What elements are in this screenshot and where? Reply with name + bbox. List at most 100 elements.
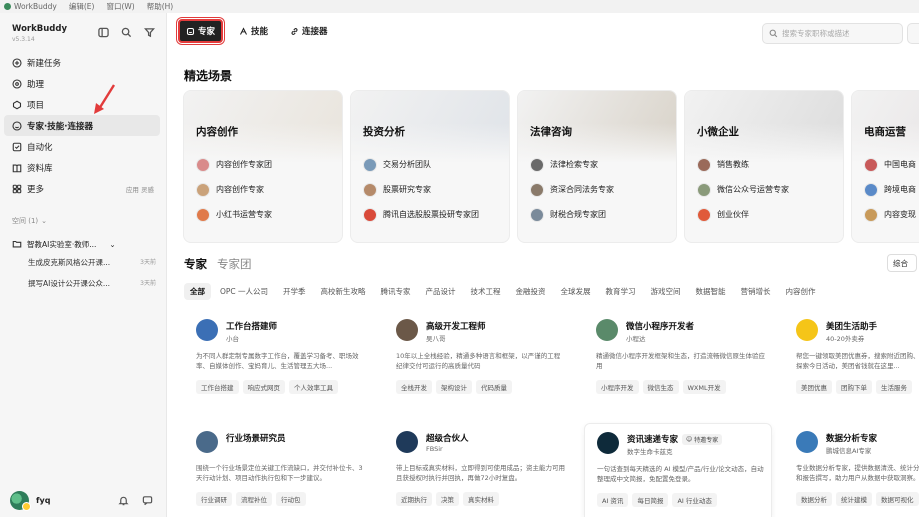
- scene-expert-item[interactable]: 内容创作专家: [196, 177, 272, 202]
- sort-select[interactable]: 综合: [887, 254, 917, 272]
- scene-expert-item[interactable]: 内容创作专家团: [196, 152, 272, 177]
- expert-subtitle: 数字生命卡兹克: [627, 448, 673, 456]
- search-icon: [769, 29, 778, 38]
- avatar: [864, 182, 878, 197]
- search-icon[interactable]: [121, 27, 132, 38]
- app-menu[interactable]: WorkBuddy: [4, 2, 57, 11]
- filter-chip[interactable]: 全球发展: [555, 283, 597, 300]
- space-header[interactable]: 空间 (1) ⌄: [12, 216, 47, 226]
- scene-expert-item[interactable]: 中国电商: [864, 152, 916, 177]
- scene-expert-item[interactable]: 资深合同法务专家: [530, 177, 614, 202]
- scene-expert-item[interactable]: 股票研究专家: [363, 177, 479, 202]
- expert-card[interactable]: 高级开发工程师 吴八哥 10年以上全栈经验，精通多种语言和框架，以严谨的工程纪律交付…: [384, 311, 572, 411]
- task-item[interactable]: 撰写AI设计公开课公众... 3天前: [28, 278, 156, 292]
- scene-expert-item[interactable]: 创业伙伴: [697, 202, 789, 227]
- expert-card[interactable]: 资讯速递专家 ☺ 特邀专家 数字生命卡兹克 一句话查到每天精选的 AI 模型/产品/行业…: [584, 423, 772, 517]
- user-profile[interactable]: fyq: [10, 491, 50, 511]
- tab-experts-list[interactable]: 专家: [184, 256, 207, 272]
- avatar: [396, 319, 418, 341]
- scene-expert-name: 小红书运营专家: [216, 210, 272, 219]
- expert-card[interactable]: 工作台搭建师 小台 为不同人群定制专属数字工作台，覆盖学习备考、职场效率、自媒体创作…: [184, 311, 372, 411]
- nav-experts-skills-connectors[interactable]: 专家·技能·连接器: [4, 115, 160, 136]
- scene-expert-item[interactable]: 腾讯自选股股票投研专家团: [363, 202, 479, 227]
- expert-tag: 架构设计: [436, 380, 472, 394]
- filter-chip[interactable]: 游戏空间: [645, 283, 687, 300]
- automation-icon: [12, 142, 22, 151]
- filter-chip[interactable]: 产品设计: [420, 283, 462, 300]
- chat-icon[interactable]: [142, 495, 153, 506]
- nav-automation[interactable]: 自动化: [4, 136, 160, 157]
- filter-chip[interactable]: 内容创作: [780, 283, 822, 300]
- space-folder[interactable]: 智教AI实验室·教师... ⌄: [12, 236, 162, 252]
- scene-expert-list: 中国电商 跨境电商 内容变现: [864, 152, 916, 227]
- avatar: [697, 182, 711, 197]
- scene-title: 电商运营: [864, 126, 906, 138]
- filter-chip[interactable]: 营销增长: [735, 283, 777, 300]
- expert-card[interactable]: 超级合伙人 FBSir 带上目标或真实材料，立即得到可使用成品；资主能力可用且获授权…: [384, 423, 572, 517]
- task-item[interactable]: 生成皮克斯风格公开课... 3天前: [28, 257, 156, 271]
- search-input[interactable]: 搜索专家职称或描述: [762, 23, 903, 44]
- filter-chip[interactable]: 数据智能: [690, 283, 732, 300]
- scene-expert-item[interactable]: 跨境电商: [864, 177, 916, 202]
- expert-card[interactable]: 数据分析专家鹏城信息AI专家专业数据分析专家，提供数据清洗、统计分析、可视化分析…: [784, 423, 919, 517]
- sidebar-toggle-icon[interactable]: [98, 27, 109, 38]
- expert-subtitle: 小台: [226, 335, 239, 343]
- expert-card[interactable]: 微信小程序开发者 小程达 精通微信小程序开发框架和生态，打造流畅微信原生体验应用 小程…: [584, 311, 772, 411]
- menu-edit[interactable]: 编辑(E): [69, 1, 95, 12]
- filter-chip[interactable]: OPC 一人公司: [214, 283, 274, 300]
- scene-expert-item[interactable]: 小红书运营专家: [196, 202, 272, 227]
- scene-expert-item[interactable]: 交易分析团队: [363, 152, 479, 177]
- filter-chip[interactable]: 全部: [184, 283, 211, 300]
- expert-description: 带上目标或真实材料，立即得到可使用成品；资主能力可用且获授权时执行并回执，再做7…: [396, 464, 565, 482]
- expert-tag: 代码质量: [476, 380, 512, 394]
- menu-window[interactable]: 窗口(W): [106, 1, 134, 12]
- expert-subtitle: 40-20外卖券: [826, 335, 865, 343]
- scene-expert-item[interactable]: 销售教练: [697, 152, 789, 177]
- menu-help[interactable]: 帮助(H): [147, 1, 174, 12]
- tab-experts[interactable]: 专家: [176, 18, 225, 44]
- filter-icon[interactable]: [144, 27, 155, 38]
- bell-icon[interactable]: [118, 495, 129, 506]
- tab-connectors[interactable]: 连接器: [284, 21, 334, 41]
- scene-expert-item[interactable]: 财税合规专家团: [530, 202, 614, 227]
- expert-name-row: 超级合伙人: [426, 432, 469, 444]
- expert-name: 美团生活助手: [826, 322, 878, 332]
- scene-expert-name: 微信公众号运营专家: [717, 185, 789, 194]
- filter-chip[interactable]: 高校新生攻略: [315, 283, 372, 300]
- scene-expert-item[interactable]: 微信公众号运营专家: [697, 177, 789, 202]
- scene-card[interactable]: 法律咨询 法律检索专家 资深合同法务专家 财税合规专家团: [517, 90, 677, 243]
- filter-chip[interactable]: 金融投资: [510, 283, 552, 300]
- nav-new-task[interactable]: 新建任务: [4, 52, 160, 73]
- expert-tag: 数据可视化: [876, 492, 919, 506]
- create-button[interactable]: [907, 23, 919, 44]
- scene-expert-item[interactable]: 内容变现: [864, 202, 916, 227]
- avatar: [864, 207, 878, 222]
- status-badge: ☺ 特邀专家: [682, 433, 723, 445]
- expert-name: 行业场景研究员: [226, 434, 286, 444]
- nav-assistant[interactable]: 助理: [4, 73, 160, 94]
- expert-icon: [12, 120, 22, 131]
- tab-skills[interactable]: 技能: [233, 21, 274, 41]
- expert-card[interactable]: 美团生活助手 40-20外卖券帮您一键领取美团优惠券，搜索附近团购、外卖吃喝玩乐，…: [784, 311, 919, 411]
- expert-tags: 行业调研 流程补位 行动包: [196, 492, 306, 506]
- filter-chip[interactable]: 开学季: [277, 283, 312, 300]
- avatar: [597, 432, 619, 454]
- expert-tag: AI 行业动态: [672, 493, 717, 507]
- nav-more-extra[interactable]: 应用 灵感: [126, 184, 154, 194]
- expert-tags: 美团优惠 团购下单 生活服务: [796, 380, 912, 394]
- filter-chip[interactable]: 教育学习: [600, 283, 642, 300]
- expert-card[interactable]: 行业场景研究员 围绕一个行业场景定位关键工作流缺口，并交付补位卡、3天行动计划、项…: [184, 423, 372, 517]
- scene-card[interactable]: 投资分析 交易分析团队 股票研究专家 腾讯自选股股票投研专家团: [350, 90, 510, 243]
- scene-expert-item[interactable]: 法律检索专家: [530, 152, 614, 177]
- nav-project[interactable]: 项目: [4, 94, 160, 115]
- filter-chip[interactable]: 腾讯专家: [375, 283, 417, 300]
- nav-more[interactable]: 更多 应用 灵感: [4, 178, 160, 199]
- tab-expert-teams[interactable]: 专家团: [217, 256, 252, 272]
- expert-icon: [186, 27, 195, 35]
- nav-library[interactable]: 资料库: [4, 157, 160, 178]
- scene-card[interactable]: 电商运营中国电商 跨境电商 内容变现: [851, 90, 919, 243]
- expert-name-row: 资讯速递专家 ☺ 特邀专家: [627, 433, 723, 445]
- scene-card[interactable]: 小微企业 销售教练 微信公众号运营专家 创业伙伴: [684, 90, 844, 243]
- filter-chip[interactable]: 技术工程: [465, 283, 507, 300]
- scene-card[interactable]: 内容创作 内容创作专家团 内容创作专家 小红书运营专家: [183, 90, 343, 243]
